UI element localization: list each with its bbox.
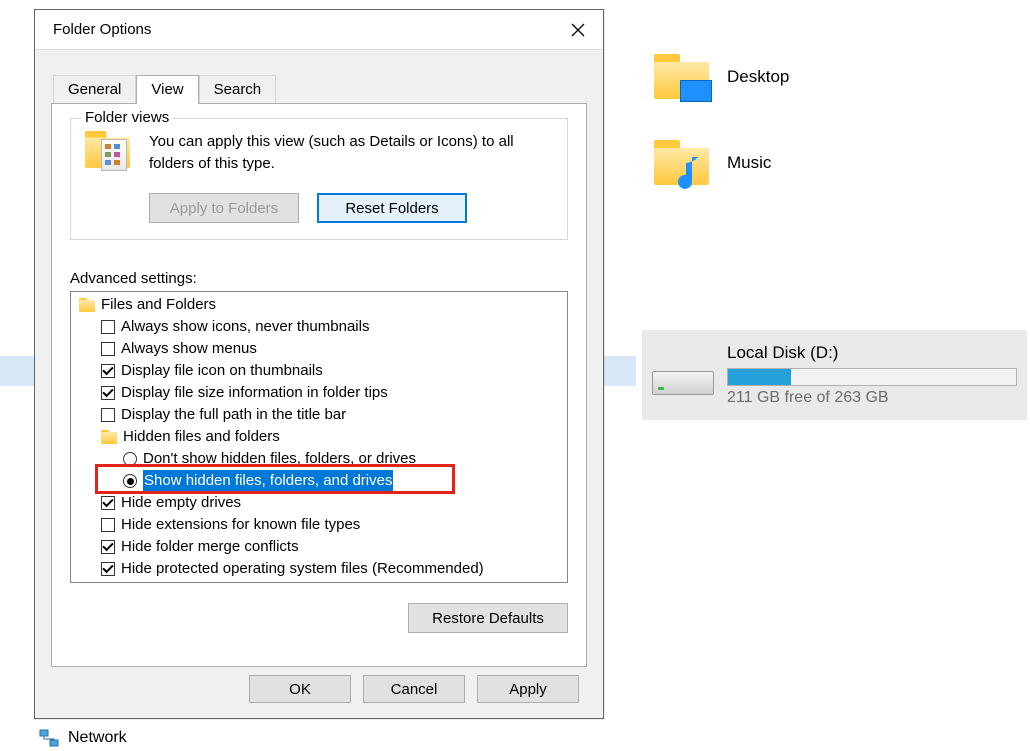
tree-item[interactable]: Hide empty drives <box>71 492 567 514</box>
cancel-button[interactable]: Cancel <box>363 675 465 703</box>
checkbox-icon[interactable] <box>101 342 115 356</box>
tree-item-label: Launch folder windows in a separate proc… <box>121 580 421 582</box>
reset-folders-button[interactable]: Reset Folders <box>317 193 467 223</box>
tree-item[interactable]: Hide folder merge conflicts <box>71 536 567 558</box>
tree-item-label: Don't show hidden files, folders, or dri… <box>143 448 416 470</box>
group-label: Folder views <box>81 109 173 126</box>
tree-item[interactable]: Display file size information in folder … <box>71 382 567 404</box>
folder-views-description: You can apply this view (such as Details… <box>149 131 553 179</box>
apply-to-folders-button: Apply to Folders <box>149 193 299 223</box>
drive-item[interactable]: Local Disk (D:) 211 GB free of 263 GB <box>642 330 1027 420</box>
tree-item[interactable]: Hide protected operating system files (R… <box>71 558 567 580</box>
restore-defaults-button[interactable]: Restore Defaults <box>408 603 568 633</box>
explorer-item-music[interactable]: Music <box>654 140 771 185</box>
folder-icon <box>654 140 709 185</box>
drive-usage-bar <box>727 368 1017 386</box>
tree-item-label: Always show menus <box>121 338 257 360</box>
nav-item-network[interactable]: Network <box>38 727 127 749</box>
radio-icon[interactable] <box>123 452 137 466</box>
advanced-settings-box: Files and Folders Always show icons, nev… <box>70 291 568 583</box>
tree-item-label: Display file size information in folder … <box>121 382 388 404</box>
tree-group-label: Hidden files and folders <box>123 426 280 448</box>
tree-item-label: Always show icons, never thumbnails <box>121 316 369 338</box>
ok-button[interactable]: OK <box>249 675 351 703</box>
drive-name: Local Disk (D:) <box>727 343 1017 363</box>
drive-usage-fill <box>728 369 791 385</box>
folder-icon <box>79 298 95 312</box>
tree-item[interactable]: Display file icon on thumbnails <box>71 360 567 382</box>
folder-icon <box>654 54 709 99</box>
tab-search[interactable]: Search <box>199 75 277 104</box>
tree-item-label: Hide folder merge conflicts <box>121 536 299 558</box>
checkbox-icon[interactable] <box>101 540 115 554</box>
close-icon <box>571 23 585 37</box>
music-note-icon <box>672 154 702 199</box>
tree-radio-item-selected[interactable]: Show hidden files, folders, and drives <box>71 470 567 492</box>
nav-item-label: Network <box>68 729 127 747</box>
tree-group-files-and-folders: Files and Folders <box>71 294 567 316</box>
tree-item-label: Display the full path in the title bar <box>121 404 346 426</box>
explorer-item-label: Music <box>727 153 771 173</box>
drive-free-text: 211 GB free of 263 GB <box>727 389 1017 407</box>
tree-item-label: Display file icon on thumbnails <box>121 360 323 382</box>
checkbox-icon[interactable] <box>101 496 115 510</box>
advanced-settings-label: Advanced settings: <box>70 270 568 287</box>
tree-item[interactable]: Always show menus <box>71 338 567 360</box>
tab-strip: General View Search <box>35 50 603 103</box>
tree-item[interactable]: Launch folder windows in a separate proc… <box>71 580 567 582</box>
tree-item[interactable]: Hide extensions for known file types <box>71 514 567 536</box>
tab-panel-view: Folder views You can apply this view (su… <box>51 103 587 667</box>
close-button[interactable] <box>563 15 593 45</box>
tab-view[interactable]: View <box>136 75 198 104</box>
folder-views-group: Folder views You can apply this view (su… <box>70 118 568 240</box>
tree-item-label: Show hidden files, folders, and drives <box>143 470 393 492</box>
drive-icon <box>652 355 709 395</box>
checkbox-icon[interactable] <box>101 408 115 422</box>
tree-item-label: Hide empty drives <box>121 492 241 514</box>
tree-item[interactable]: Display the full path in the title bar <box>71 404 567 426</box>
checkbox-icon[interactable] <box>101 386 115 400</box>
checkbox-icon[interactable] <box>101 320 115 334</box>
apply-button[interactable]: Apply <box>477 675 579 703</box>
tree-group-label: Files and Folders <box>101 294 216 316</box>
explorer-item-desktop[interactable]: Desktop <box>654 54 789 99</box>
tree-item[interactable]: Always show icons, never thumbnails <box>71 316 567 338</box>
checkbox-icon[interactable] <box>101 364 115 378</box>
folder-icon <box>101 430 117 444</box>
radio-icon[interactable] <box>123 474 137 488</box>
tree-item-label: Hide protected operating system files (R… <box>121 558 484 580</box>
desktop-overlay-icon <box>680 80 712 102</box>
explorer-item-label: Desktop <box>727 67 789 87</box>
folder-options-dialog: Folder Options General View Search Folde… <box>34 9 604 719</box>
tree-radio-item[interactable]: Don't show hidden files, folders, or dri… <box>71 448 567 470</box>
tab-general[interactable]: General <box>53 75 136 104</box>
titlebar[interactable]: Folder Options <box>35 10 603 50</box>
checkbox-icon[interactable] <box>101 518 115 532</box>
dialog-title: Folder Options <box>53 21 563 38</box>
checkbox-icon[interactable] <box>101 562 115 576</box>
network-icon <box>38 727 60 749</box>
folder-views-icon <box>85 131 133 179</box>
tree-group-hidden-files: Hidden files and folders <box>71 426 567 448</box>
tree-item-label: Hide extensions for known file types <box>121 514 360 536</box>
advanced-settings-scroll[interactable]: Files and Folders Always show icons, nev… <box>71 292 567 582</box>
